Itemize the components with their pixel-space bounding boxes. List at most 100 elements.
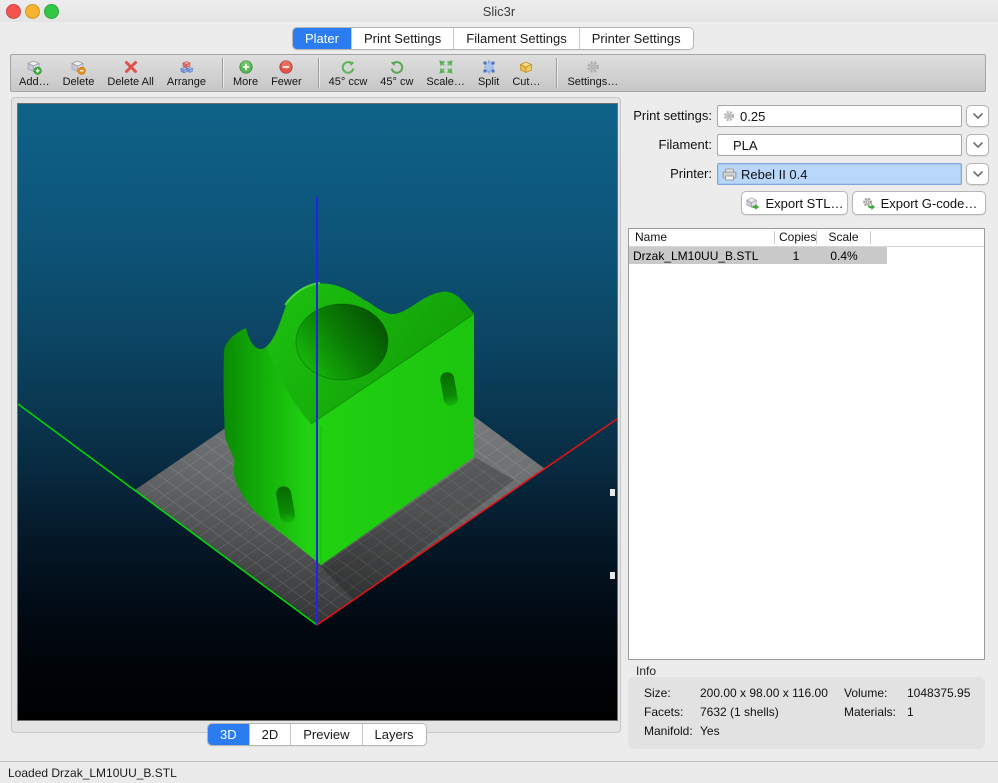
filament-combo[interactable]: PLA bbox=[717, 134, 962, 156]
scale-icon bbox=[438, 59, 454, 75]
filament-label: Filament: bbox=[622, 134, 712, 156]
delete-box-icon bbox=[70, 59, 86, 75]
info-box: Size: 200.00 x 98.00 x 116.00 Volume: 10… bbox=[628, 677, 985, 749]
scale-button[interactable]: Scale… bbox=[426, 59, 465, 88]
export-stl-label: Export STL… bbox=[765, 196, 843, 211]
title-bar: Slic3r bbox=[0, 0, 998, 22]
more-label: More bbox=[233, 76, 258, 88]
fewer-icon bbox=[278, 59, 294, 75]
viewport-edge-mark bbox=[610, 572, 615, 579]
cell-name: Drzak_LM10UU_B.STL bbox=[629, 249, 775, 263]
printer-combo[interactable]: Rebel II 0.4 bbox=[717, 163, 962, 185]
print-settings-dropdown-button[interactable] bbox=[966, 105, 989, 127]
size-value: 200.00 x 98.00 x 116.00 bbox=[700, 686, 828, 700]
column-header-name[interactable]: Name bbox=[629, 231, 775, 244]
chevron-down-icon bbox=[973, 113, 983, 119]
split-label: Split bbox=[478, 76, 499, 88]
viewport-edge-mark bbox=[610, 489, 615, 496]
rotate-cw-icon bbox=[389, 59, 405, 75]
tab-printer-settings[interactable]: Printer Settings bbox=[580, 28, 693, 49]
cell-copies: 1 bbox=[775, 249, 817, 263]
arrange-button[interactable]: Arrange bbox=[167, 59, 206, 88]
delete-all-label: Delete All bbox=[107, 76, 153, 88]
manifold-value: Yes bbox=[700, 724, 720, 738]
export-stl-icon bbox=[745, 196, 760, 211]
rotate-ccw-icon bbox=[340, 59, 356, 75]
materials-label: Materials: bbox=[844, 705, 896, 719]
cut-label: Cut… bbox=[512, 76, 540, 88]
cell-scale: 0.4% bbox=[817, 249, 871, 263]
printer-icon bbox=[722, 168, 737, 181]
facets-value: 7632 (1 shells) bbox=[700, 705, 779, 719]
object-list-table: Name Copies Scale Drzak_LM10UU_B.STL 1 0… bbox=[628, 228, 985, 660]
arrange-icon bbox=[178, 59, 194, 75]
tab-2d[interactable]: 2D bbox=[250, 724, 292, 745]
column-header-scale[interactable]: Scale bbox=[817, 231, 871, 244]
split-icon bbox=[481, 59, 497, 75]
rotate-cw-button[interactable]: 45° cw bbox=[380, 59, 413, 88]
delete-all-icon bbox=[123, 59, 139, 75]
print-settings-value: 0.25 bbox=[740, 109, 765, 124]
delete-label: Delete bbox=[63, 76, 95, 88]
manifold-label: Manifold: bbox=[644, 724, 693, 738]
chevron-down-icon bbox=[973, 142, 983, 148]
window-title: Slic3r bbox=[0, 4, 998, 19]
facets-label: Facets: bbox=[644, 705, 683, 719]
materials-value: 1 bbox=[907, 705, 914, 719]
fewer-label: Fewer bbox=[271, 76, 302, 88]
tab-filament-settings[interactable]: Filament Settings bbox=[454, 28, 579, 49]
more-button[interactable]: More bbox=[233, 59, 258, 88]
right-sidebar: Print settings: 0.25 Filament: PLA bbox=[622, 103, 992, 753]
delete-button[interactable]: Delete bbox=[63, 59, 95, 88]
export-gcode-button[interactable]: Export G-code… bbox=[852, 191, 986, 215]
column-header-copies[interactable]: Copies bbox=[775, 231, 817, 244]
3d-viewport-canvas[interactable] bbox=[17, 103, 618, 721]
rotate-ccw-label: 45° ccw bbox=[329, 76, 368, 88]
printer-label: Printer: bbox=[622, 163, 712, 185]
settings-gear-icon bbox=[585, 59, 601, 75]
tab-layers[interactable]: Layers bbox=[363, 724, 426, 745]
plater-toolbar: Add… Delete Delete All Ar bbox=[10, 54, 986, 92]
export-gcode-label: Export G-code… bbox=[881, 196, 978, 211]
gear-icon bbox=[722, 109, 736, 123]
toolbar-separator bbox=[222, 58, 223, 88]
fewer-button[interactable]: Fewer bbox=[271, 59, 302, 88]
table-row-selected[interactable]: Drzak_LM10UU_B.STL 1 0.4% bbox=[629, 247, 887, 264]
tab-print-settings[interactable]: Print Settings bbox=[352, 28, 454, 49]
chevron-down-icon bbox=[973, 171, 983, 177]
add-label: Add… bbox=[19, 76, 50, 88]
settings-button[interactable]: Settings… bbox=[567, 59, 618, 88]
axes bbox=[18, 197, 617, 625]
status-message: Loaded Drzak_LM10UU_B.STL bbox=[8, 766, 177, 780]
split-button[interactable]: Split bbox=[478, 59, 499, 88]
status-bar: Loaded Drzak_LM10UU_B.STL bbox=[0, 761, 998, 783]
toolbar-separator bbox=[556, 58, 557, 88]
arrange-label: Arrange bbox=[167, 76, 206, 88]
add-button[interactable]: Add… bbox=[19, 59, 50, 88]
print-settings-combo[interactable]: 0.25 bbox=[717, 105, 962, 127]
tab-plater[interactable]: Plater bbox=[293, 28, 352, 49]
tab-3d[interactable]: 3D bbox=[208, 724, 250, 745]
tab-preview[interactable]: Preview bbox=[291, 724, 362, 745]
3d-scene bbox=[18, 104, 617, 720]
printer-value: Rebel II 0.4 bbox=[741, 167, 808, 182]
export-stl-button[interactable]: Export STL… bbox=[741, 191, 848, 215]
cut-icon bbox=[518, 59, 534, 75]
scale-label: Scale… bbox=[426, 76, 465, 88]
delete-all-button[interactable]: Delete All bbox=[107, 59, 153, 88]
toolbar-separator bbox=[318, 58, 319, 88]
rotate-cw-label: 45° cw bbox=[380, 76, 413, 88]
add-box-icon bbox=[26, 59, 42, 75]
export-gcode-icon bbox=[861, 196, 876, 211]
view-mode-tab-bar: 3D 2D Preview Layers bbox=[207, 723, 427, 746]
object-list-header: Name Copies Scale bbox=[629, 229, 984, 247]
volume-label: Volume: bbox=[844, 686, 887, 700]
rotate-ccw-button[interactable]: 45° ccw bbox=[329, 59, 368, 88]
volume-value: 1048375.95 bbox=[907, 686, 970, 700]
printer-dropdown-button[interactable] bbox=[966, 163, 989, 185]
cut-button[interactable]: Cut… bbox=[512, 59, 540, 88]
settings-label: Settings… bbox=[567, 76, 618, 88]
filament-dropdown-button[interactable] bbox=[966, 134, 989, 156]
slic3r-window: { "window": { "title": "Slic3r" }, "traf… bbox=[0, 0, 998, 782]
print-settings-label: Print settings: bbox=[622, 105, 712, 127]
